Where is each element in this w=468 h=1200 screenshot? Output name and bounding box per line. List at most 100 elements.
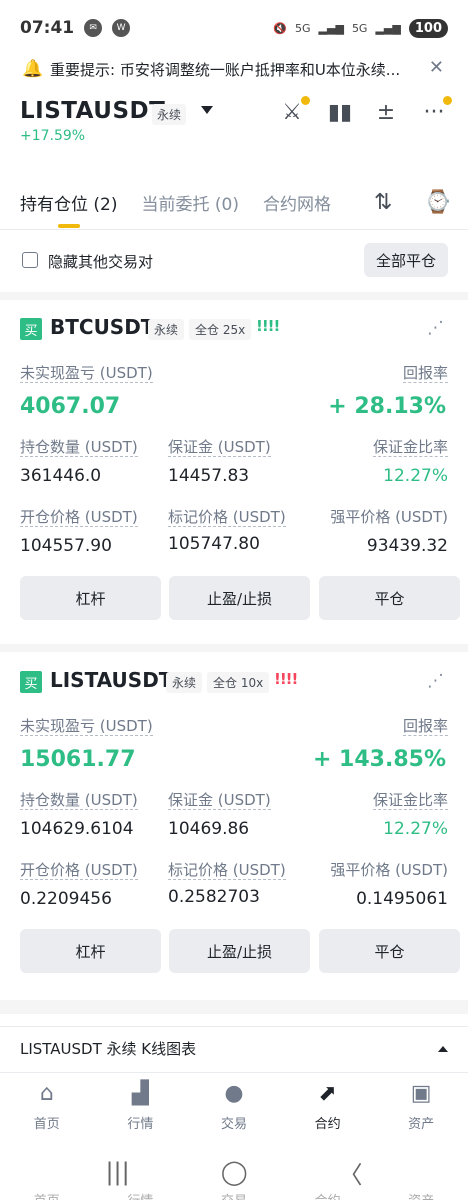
size-label[interactable]: 持仓数量 (USDT) [20,438,138,457]
close-position-button[interactable]: 平仓 [319,929,460,973]
kline-chart-toggle[interactable]: LISTAUSDT 永续 K线图表 [0,1026,468,1070]
status-time: 07:41 [20,18,75,38]
market-icon: ▟ [131,1081,149,1106]
notification-dot-2 [443,96,452,105]
size-label[interactable]: 持仓数量 (USDT) [20,791,138,810]
unrealized-pnl-label[interactable]: 未实现盈亏 (USDT) [20,717,153,736]
kline-chart-label: LISTAUSDT 永续 K线图表 [20,1040,197,1058]
margin-value: 10469.86 [168,819,250,839]
leverage-button[interactable]: 杠杆 [20,929,161,973]
mark-price-value: 105747.80 [168,534,260,554]
roe-value: + 28.13% [328,394,446,419]
nav-label: 交易 [220,1117,247,1132]
symbol-title[interactable]: LISTAUSDT [20,98,165,124]
mute-icon: 🔇 [273,21,288,35]
leverage-button[interactable]: 杠杆 [20,576,161,620]
entry-price-value: 0.2209456 [20,889,112,909]
margin-mode-tag: 全仓 10x [207,672,270,693]
close-icon[interactable]: ✕ [429,57,444,78]
chevron-up-icon[interactable] [438,1045,448,1052]
section-divider [0,1000,468,1014]
entry-price-label[interactable]: 开仓价格 (USDT) [20,861,138,880]
ghost-label: 行情 [127,1190,153,1200]
calculator-icon[interactable]: ± [372,98,400,126]
perpetual-tag: 永续 [148,319,185,340]
price-change: +17.59% [20,128,86,144]
nav-label: 资产 [408,1117,435,1132]
risk-indicator: !!!! [256,317,280,335]
swords-icon[interactable]: ⚔ [278,96,310,126]
battery-level: 100 [408,18,448,38]
margin-value: 14457.83 [168,466,250,486]
liq-price-value: 93439.32 [366,536,448,556]
caret-down-icon[interactable] [201,106,213,114]
unrealized-pnl: 4067.07 [20,394,121,419]
nav-wallet[interactable]: ▣ 资产 [381,1081,461,1132]
hide-other-pairs-label[interactable]: 隐藏其他交易对 [48,251,153,272]
tab-positions[interactable]: 持有仓位 (2) [20,190,117,215]
home-circle-icon[interactable]: ◯ [221,1158,248,1186]
nav-label: 行情 [127,1117,154,1132]
tab-underline [58,224,80,228]
share-icon[interactable]: ⋰ [427,671,444,691]
margin-ratio-label[interactable]: 保证金比率 [372,438,448,457]
buy-badge: 买 [20,318,42,340]
nav-market[interactable]: ▟ 行情 [100,1081,180,1132]
liq-price-label: 强平价格 (USDT) [330,861,448,879]
ghost-nav-labels: 首页 行情 交易 合约 资产 [0,1190,468,1200]
close-position-button[interactable]: 平仓 [319,576,460,620]
position-symbol[interactable]: LISTAUSDT [50,668,172,692]
ghost-label: 首页 [34,1190,60,1200]
tab-open-orders[interactable]: 当前委托 (0) [141,190,238,215]
recent-apps-icon[interactable]: ||| [105,1158,129,1186]
nav-label: 合约 [314,1117,341,1132]
entry-price-value: 104557.90 [20,536,112,556]
share-icon[interactable]: ⋰ [427,318,444,338]
roe-label[interactable]: 回报率 [402,364,448,383]
mark-price-value: 0.2582703 [168,887,260,907]
history-icon[interactable]: ⌚ [424,190,451,215]
tab-grid[interactable]: 合约网格 [263,190,331,215]
close-all-button[interactable]: 全部平仓 [364,243,448,277]
more-icon[interactable]: ··· [420,96,452,126]
entry-price-label[interactable]: 开仓价格 (USDT) [20,508,138,527]
bottom-nav: ⌂ 首页 ▟ 行情 ● 交易 ⬈ 合约 ▣ 资产 [0,1072,468,1140]
size-value: 361446.0 [20,466,102,486]
position-card: 买 BTCUSDT 永续 全仓 25x !!!! ⋰ 未实现盈亏 (USDT) … [0,315,468,658]
nav-home[interactable]: ⌂ 首页 [7,1081,87,1132]
section-divider [0,292,468,300]
notice-banner[interactable]: 🔔 重要提示: 币安将调整统一账户抵押率和U本位永续... ✕ [0,54,468,84]
futures-icon: ⬈ [318,1081,337,1106]
ghost-label: 合约 [315,1190,341,1200]
hide-other-pairs-checkbox[interactable] [22,252,38,268]
size-value: 104629.6104 [20,819,134,839]
position-symbol[interactable]: BTCUSDT [50,315,154,339]
unrealized-pnl: 15061.77 [20,747,136,772]
nav-futures[interactable]: ⬈ 合约 [288,1081,368,1132]
notice-text[interactable]: 重要提示: 币安将调整统一账户抵押率和U本位永续... [50,59,420,80]
ghost-label: 交易 [221,1190,247,1200]
notification-dot [301,96,310,105]
section-divider [0,644,468,652]
margin-label[interactable]: 保证金 (USDT) [168,791,271,810]
network-label: 5G [295,21,311,35]
unrealized-pnl-label[interactable]: 未实现盈亏 (USDT) [20,364,153,383]
perpetual-tag: 永续 [152,104,187,125]
candlestick-icon[interactable]: ▮▮ [326,98,354,126]
tp-sl-button[interactable]: 止盈/止损 [169,576,310,620]
position-tabs: 持有仓位 (2) 当前委托 (0) 合约网格 [20,190,331,215]
margin-label[interactable]: 保证金 (USDT) [168,438,271,457]
back-icon[interactable]: 〈 [339,1155,363,1190]
margin-ratio-label[interactable]: 保证金比率 [372,791,448,810]
network-label-2: 5G [351,21,368,35]
position-card: 买 LISTAUSDT 永续 全仓 10x !!!! ⋰ 未实现盈亏 (USDT… [0,668,468,1011]
signal-icon: ▂▄▆ [318,21,344,35]
nav-trade[interactable]: ● 交易 [194,1081,274,1132]
weather-icon: W [112,19,131,37]
mark-price-label[interactable]: 标记价格 (USDT) [168,508,286,527]
tp-sl-button[interactable]: 止盈/止损 [169,929,310,973]
roe-label[interactable]: 回报率 [402,717,448,736]
sort-icon[interactable]: ⇅ [374,190,392,215]
home-icon: ⌂ [39,1081,54,1106]
mark-price-label[interactable]: 标记价格 (USDT) [168,861,286,880]
